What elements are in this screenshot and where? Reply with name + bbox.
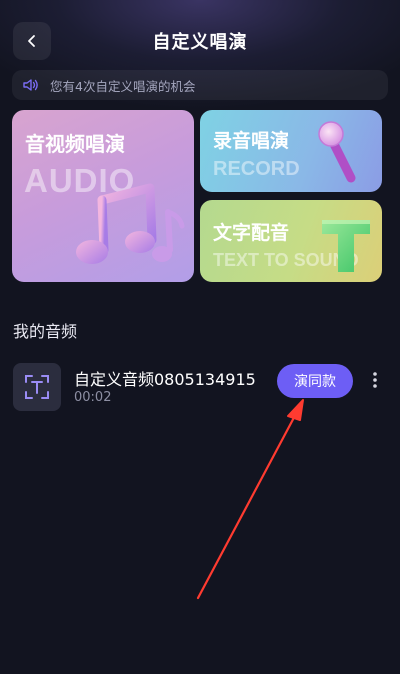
text-scan-icon (13, 363, 61, 411)
page-title: 自定义唱演 (152, 32, 248, 53)
letter-t-icon (322, 220, 370, 272)
speaker-icon (22, 77, 46, 93)
perform-same-button[interactable]: 演同款 (277, 364, 353, 398)
music-note-icon (76, 183, 185, 264)
my-audio-section-title: 我的音频 (13, 322, 78, 341)
list-item[interactable]: 自定义音频0805134915 00:02 演同款 (0, 356, 400, 420)
card-watermark: RECORD (213, 158, 300, 180)
audio-name: 自定义音频0805134915 (74, 370, 256, 389)
notice-text: 您有4次自定义唱演的机会 (50, 78, 196, 94)
card-title: 音视频唱演 (25, 132, 125, 156)
microphone-icon (318, 121, 356, 183)
audio-duration: 00:02 (74, 390, 112, 405)
more-vertical-icon[interactable] (364, 368, 386, 392)
card-title: 录音唱演 (213, 130, 290, 152)
card-title: 文字配音 (213, 222, 290, 244)
notice-bar: 您有4次自定义唱演的机会 (12, 70, 388, 100)
